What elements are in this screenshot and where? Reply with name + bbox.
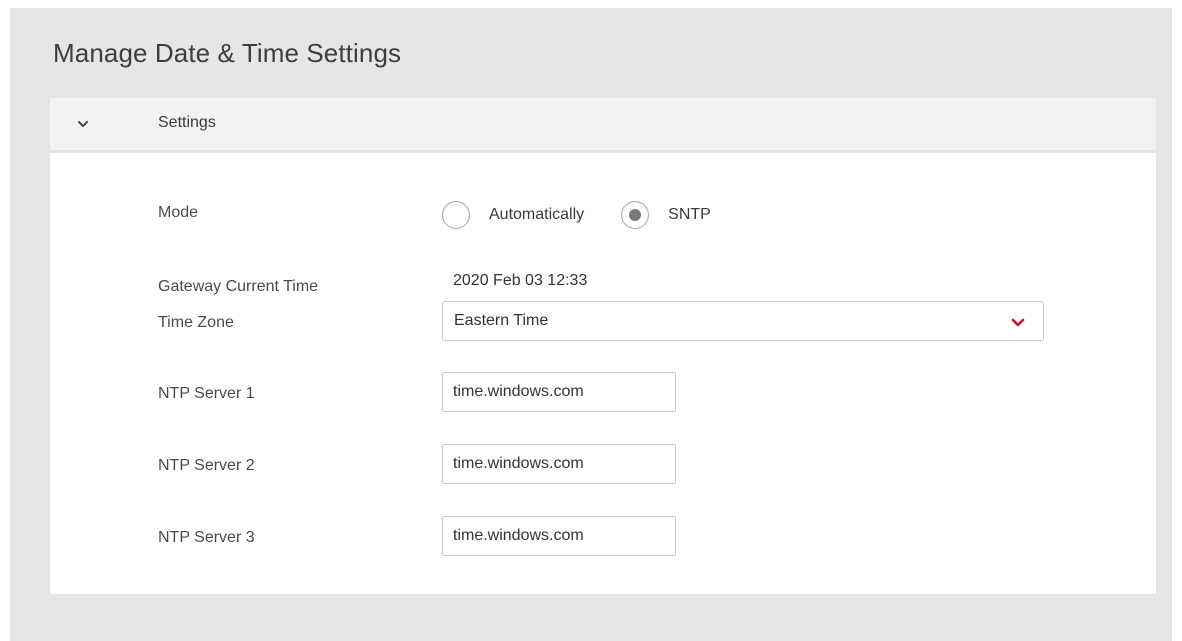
ntp-server-1-label: NTP Server 1 [158, 385, 255, 402]
gateway-current-time-label: Gateway Current Time [158, 278, 319, 295]
mode-radio-group: Automatically SNTP [442, 198, 711, 232]
radio-automatically-label: Automatically [489, 206, 585, 223]
chevron-down-icon [78, 121, 88, 127]
time-zone-label: Time Zone [158, 314, 234, 331]
radio-automatically[interactable] [442, 201, 470, 229]
settings-accordion-header[interactable]: Settings [50, 98, 1156, 151]
mode-radio-automatically[interactable]: Automatically [442, 201, 584, 229]
time-zone-selected-value: Eastern Time [454, 312, 549, 329]
ntp-server-2-input[interactable] [442, 444, 676, 484]
ntp-server-2-label: NTP Server 2 [158, 457, 255, 474]
radio-sntp[interactable] [621, 201, 650, 229]
time-zone-select[interactable]: Eastern Time [442, 301, 1044, 341]
mode-label: Mode [158, 204, 199, 221]
ntp-server-3-label: NTP Server 3 [158, 529, 255, 546]
accordion-label: Settings [158, 114, 216, 131]
ntp-server-3-input[interactable] [442, 516, 676, 556]
ntp-server-1-input[interactable] [442, 372, 676, 412]
gateway-current-time-value: 2020 Feb 03 12:33 [453, 272, 588, 289]
radio-sntp-label: SNTP [668, 206, 711, 223]
settings-panel: Mode Automatically SNTP Gateway Current … [50, 153, 1156, 594]
page-title: Manage Date & Time Settings [53, 38, 402, 68]
chevron-down-icon [1011, 318, 1025, 327]
mode-radio-sntp[interactable]: SNTP [621, 201, 711, 229]
